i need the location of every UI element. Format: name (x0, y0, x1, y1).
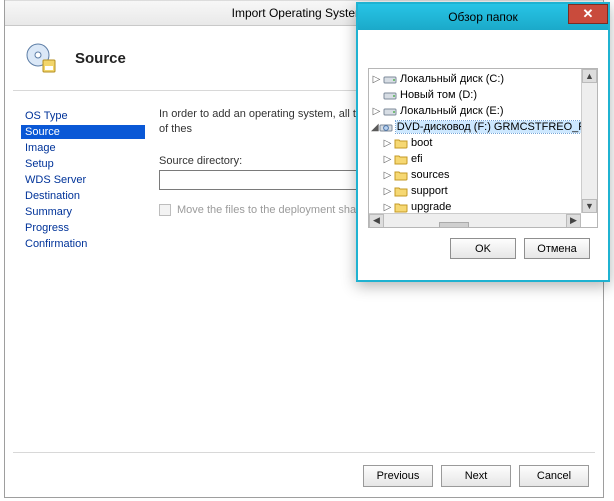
step-os-type[interactable]: OS Type (21, 109, 145, 123)
tree-node[interactable]: ◢ DVD-дисковод (F:) GRMCSTFREO_RU_DVD (369, 119, 597, 135)
expand-icon[interactable]: ▷ (382, 186, 393, 197)
tree-node[interactable]: ▷ boot (369, 135, 597, 151)
scroll-down-icon[interactable]: ▼ (582, 199, 597, 213)
step-list: OS Type Source Image Setup WDS Server Destina… (5, 91, 145, 431)
folder-icon (393, 137, 408, 150)
step-progress[interactable]: Progress (21, 221, 145, 235)
dialog-title: Обзор папок (448, 10, 518, 24)
step-wds-server[interactable]: WDS Server (21, 173, 145, 187)
dialog-cancel-button[interactable]: Отмена (524, 238, 590, 259)
scroll-up-icon[interactable]: ▲ (582, 69, 597, 83)
move-files-label: Move the files to the deployment share i… (177, 204, 386, 216)
tree-node-label: sources (411, 169, 450, 181)
move-files-checkbox[interactable] (159, 204, 171, 216)
cd-install-icon (25, 42, 57, 74)
expand-icon[interactable]: ◢ (371, 122, 379, 133)
drive-icon (382, 89, 397, 102)
tree-node[interactable]: Новый том (D:) (369, 87, 597, 103)
folder-icon (393, 169, 408, 182)
step-image[interactable]: Image (21, 141, 145, 155)
tree-node-label: efi (411, 153, 423, 165)
tree-node[interactable]: ▷ efi (369, 151, 597, 167)
page-title: Source (75, 50, 126, 67)
dvd-icon (379, 121, 393, 134)
dialog-titlebar: Обзор папок ✕ (358, 4, 608, 30)
expand-icon[interactable]: ▷ (382, 138, 393, 149)
folder-icon (393, 185, 408, 198)
wizard-title: Import Operating System V (232, 6, 377, 20)
folder-icon (393, 153, 408, 166)
step-setup[interactable]: Setup (21, 157, 145, 171)
dialog-body: ▷ Локальный диск (C:) Новый том (D:) ▷ Локал… (358, 30, 608, 267)
expand-icon[interactable]: ▷ (382, 170, 393, 181)
step-source[interactable]: Source (21, 125, 145, 139)
tree-node-label: boot (411, 137, 432, 149)
close-button[interactable]: ✕ (568, 4, 608, 24)
step-destination[interactable]: Destination (21, 189, 145, 203)
scroll-right-icon[interactable]: ▶ (566, 214, 581, 228)
expand-icon[interactable]: ▷ (371, 74, 382, 85)
horizontal-scrollbar[interactable]: ◀ ▶ (369, 213, 581, 227)
tree-node-label: DVD-дисковод (F:) GRMCSTFREO_RU_DVD (396, 121, 598, 133)
wizard-footer: Previous Next Cancel (363, 465, 589, 487)
cancel-button[interactable]: Cancel (519, 465, 589, 487)
step-summary[interactable]: Summary (21, 205, 145, 219)
tree-node[interactable]: ▷ support (369, 183, 597, 199)
divider (13, 452, 595, 453)
tree-node-label: Локальный диск (C:) (400, 73, 504, 85)
tree-node-label: Локальный диск (E:) (400, 105, 504, 117)
tree-node-label: upgrade (411, 201, 451, 213)
expand-icon[interactable]: ▷ (371, 106, 382, 117)
tree-node[interactable]: ▷ Локальный диск (E:) (369, 103, 597, 119)
dialog-buttons: OK Отмена (368, 228, 598, 259)
folder-icon (393, 201, 408, 214)
next-button[interactable]: Next (441, 465, 511, 487)
close-icon: ✕ (583, 6, 594, 22)
drive-icon (382, 73, 397, 86)
step-confirmation[interactable]: Confirmation (21, 237, 145, 251)
expand-icon[interactable]: ▷ (382, 154, 393, 165)
previous-button[interactable]: Previous (363, 465, 433, 487)
scroll-left-icon[interactable]: ◀ (369, 214, 384, 228)
tree-node[interactable]: ▷ Локальный диск (C:) (369, 71, 597, 87)
expand-icon[interactable]: ▷ (382, 202, 393, 213)
tree-node-label: Новый том (D:) (400, 89, 477, 101)
tree-node[interactable]: ▷ sources (369, 167, 597, 183)
vertical-scrollbar[interactable]: ▲ ▼ (581, 69, 597, 213)
browse-folder-dialog: Обзор папок ✕ ▷ Локальный диск (C:) Новый … (356, 2, 610, 282)
drive-icon (382, 105, 397, 118)
folder-tree[interactable]: ▷ Локальный диск (C:) Новый том (D:) ▷ Локал… (368, 68, 598, 228)
ok-button[interactable]: OK (450, 238, 516, 259)
tree-node-label: support (411, 185, 448, 197)
